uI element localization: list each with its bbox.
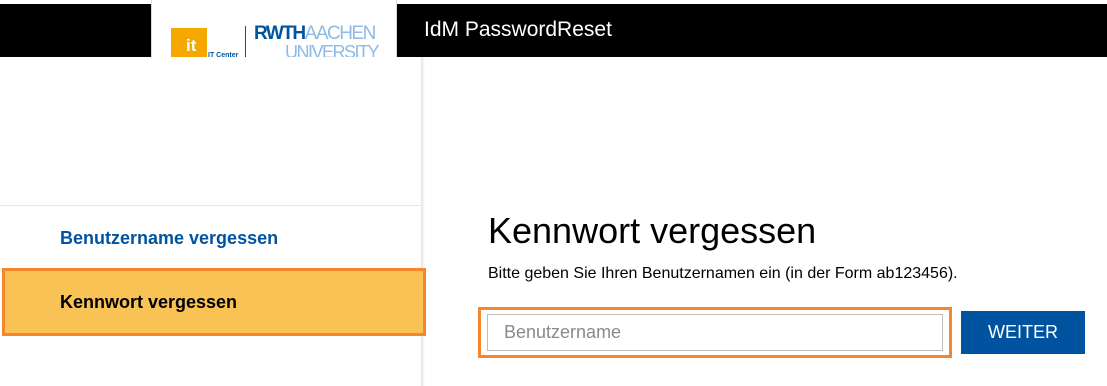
aachen-text: AACHEN bbox=[304, 23, 377, 44]
rwth-text: RWTH bbox=[254, 23, 306, 44]
username-input-highlight bbox=[478, 307, 952, 358]
next-button[interactable]: WEITER bbox=[961, 311, 1085, 354]
username-input[interactable] bbox=[487, 314, 943, 351]
it-mark: it bbox=[186, 36, 197, 55]
sidebar-item-forgot-username[interactable]: Benutzername vergessen bbox=[60, 228, 278, 249]
sidebar-item-label: Kennwort vergessen bbox=[60, 292, 238, 312]
app-title: IdM PasswordReset bbox=[424, 18, 612, 41]
page-title: Kennwort vergessen bbox=[488, 210, 817, 251]
sidebar-divider bbox=[0, 205, 421, 206]
sidebar-shadow bbox=[421, 57, 425, 386]
username-hint: Bitte geben Sie Ihren Benutzernamen ein … bbox=[488, 265, 958, 282]
sidebar bbox=[0, 57, 421, 386]
sidebar-item-forgot-password[interactable]: Kennwort vergessen bbox=[2, 268, 426, 336]
rwth-wordmark: RWTHAACHEN bbox=[254, 23, 377, 44]
it-center-logo-icon: it bbox=[171, 28, 207, 60]
